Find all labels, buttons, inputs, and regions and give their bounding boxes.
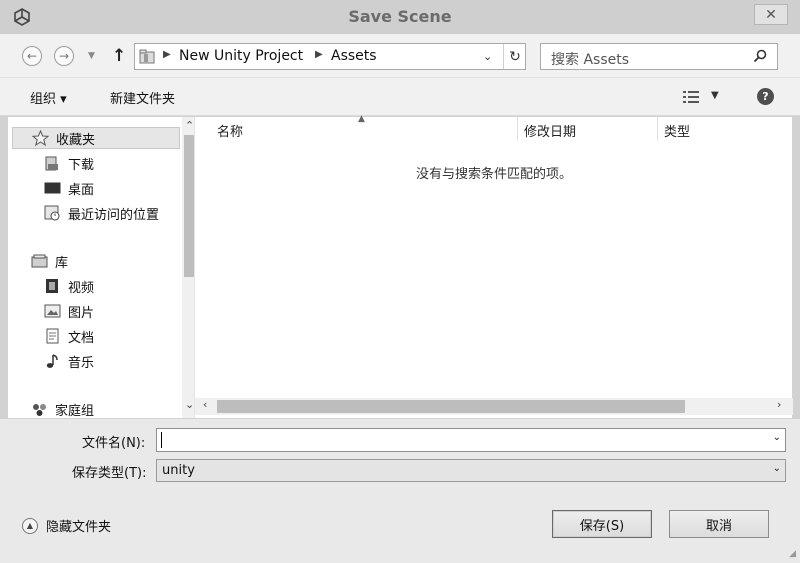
filetype-select[interactable]: unity ⌄ <box>156 459 786 482</box>
hide-folders-toggle[interactable]: ▲ 隐藏文件夹 <box>22 516 111 535</box>
star-icon <box>32 130 49 146</box>
sidebar-item-libraries[interactable]: 库 <box>31 250 68 272</box>
forward-arrow-icon: → <box>58 49 70 63</box>
save-button[interactable]: 保存(S) <box>552 510 652 538</box>
sidebar-item-downloads[interactable]: 下载 <box>44 152 94 174</box>
back-button[interactable]: ← <box>22 46 42 66</box>
filetype-label: 保存类型(T): <box>72 466 147 481</box>
window-title: Save Scene <box>348 7 452 26</box>
navigation-pane: 收藏夹 下载 桌面 最近访问的位置 库 视频 图片 文档 音乐 家庭组 ⌃ ⌄ <box>8 117 199 420</box>
recent-locations-dropdown[interactable]: ▼ <box>88 51 95 61</box>
resize-grip-icon[interactable]: ◢ <box>789 549 796 559</box>
column-divider[interactable] <box>517 117 518 141</box>
scroll-up-icon[interactable]: ⌃ <box>185 119 194 132</box>
sidebar-item-pictures[interactable]: 图片 <box>44 300 94 322</box>
homegroup-icon <box>33 404 46 416</box>
document-icon <box>46 328 59 344</box>
download-folder-icon <box>45 156 58 171</box>
forward-button[interactable]: → <box>54 46 74 66</box>
organize-button[interactable]: 组织 ▾ <box>30 88 67 107</box>
scroll-down-icon[interactable]: ⌄ <box>185 398 194 411</box>
navigation-bar: ← → ▼ ↑ ▶ New Unity Project ▶ Assets ⌄ ↻… <box>0 34 800 78</box>
scrollbar-thumb[interactable] <box>217 400 685 413</box>
new-folder-button[interactable]: 新建文件夹 <box>110 88 175 107</box>
breadcrumb-assets[interactable]: Assets <box>331 48 377 64</box>
view-dropdown[interactable]: ▼ <box>711 90 719 101</box>
library-icon <box>31 254 48 268</box>
save-form: 文件名(N): ⌄ 保存类型(T): unity ⌄ ▲ 隐藏文件夹 保存(S)… <box>0 419 800 563</box>
up-button[interactable]: ↑ <box>112 46 126 66</box>
scroll-right-icon[interactable]: › <box>777 398 781 411</box>
file-list-horizontal-scrollbar[interactable]: ‹ › <box>195 398 793 415</box>
close-button[interactable]: ✕ <box>754 4 788 25</box>
filetype-value: unity <box>162 463 195 478</box>
search-icon[interactable] <box>753 49 767 63</box>
empty-results-message: 没有与搜索条件匹配的项。 <box>415 167 572 182</box>
refresh-button[interactable]: ↻ <box>503 44 526 69</box>
sort-ascending-icon: ▲ <box>358 114 365 124</box>
picture-icon <box>44 304 61 318</box>
sidebar-item-homegroup[interactable]: 家庭组 <box>31 398 94 420</box>
recent-places-icon <box>44 205 60 221</box>
sidebar-item-desktop[interactable]: 桌面 <box>44 177 94 199</box>
folder-icon <box>139 49 155 64</box>
column-header-date-modified[interactable]: 修改日期 <box>524 121 576 143</box>
chevron-down-icon[interactable]: ⌄ <box>773 463 781 474</box>
text-caret <box>161 432 162 448</box>
search-input[interactable]: 搜索 Assets <box>551 49 629 69</box>
sidebar-item-music[interactable]: 音乐 <box>44 350 94 372</box>
column-divider[interactable] <box>657 117 658 141</box>
refresh-icon: ↻ <box>509 48 521 65</box>
column-header-name[interactable]: 名称 <box>217 121 243 143</box>
hide-folders-label: 隐藏文件夹 <box>46 520 112 535</box>
column-header-type[interactable]: 类型 <box>664 121 690 143</box>
file-list: ▲ 名称 修改日期 类型 没有与搜索条件匹配的项。 ‹ › <box>194 114 793 418</box>
video-icon <box>46 279 58 293</box>
help-icon[interactable]: ? <box>757 88 774 105</box>
filename-label: 文件名(N): <box>82 436 146 451</box>
sidebar-item-documents[interactable]: 文档 <box>44 325 94 347</box>
chevron-right-icon: ▶ <box>163 49 171 60</box>
desktop-icon <box>44 182 61 194</box>
filename-field[interactable]: ⌄ <box>156 428 786 452</box>
address-bar[interactable]: ▶ New Unity Project ▶ Assets ⌄ ↻ <box>134 43 526 70</box>
title-bar: Save Scene ✕ <box>0 0 800 34</box>
sidebar-item-recent-places[interactable]: 最近访问的位置 <box>44 202 159 224</box>
close-icon: ✕ <box>765 6 777 23</box>
sidebar-item-videos[interactable]: 视频 <box>44 275 94 297</box>
music-note-icon <box>46 354 58 368</box>
cancel-button[interactable]: 取消 <box>669 510 769 538</box>
breadcrumb-new-unity-project[interactable]: New Unity Project <box>179 48 303 64</box>
view-options-icon[interactable] <box>682 89 700 105</box>
chevron-right-icon: ▶ <box>315 49 323 60</box>
chevron-down-icon[interactable]: ⌄ <box>773 432 781 443</box>
scroll-left-icon[interactable]: ‹ <box>203 398 207 411</box>
sidebar-item-favorites[interactable]: 收藏夹 <box>12 127 180 149</box>
command-bar: 组织 ▾ 新建文件夹 ▼ ? <box>0 78 800 116</box>
chevron-up-icon: ▲ <box>22 517 38 534</box>
back-arrow-icon: ← <box>26 49 38 63</box>
chevron-down-icon[interactable]: ⌄ <box>483 50 492 63</box>
search-box[interactable]: 搜索 Assets <box>540 43 778 70</box>
